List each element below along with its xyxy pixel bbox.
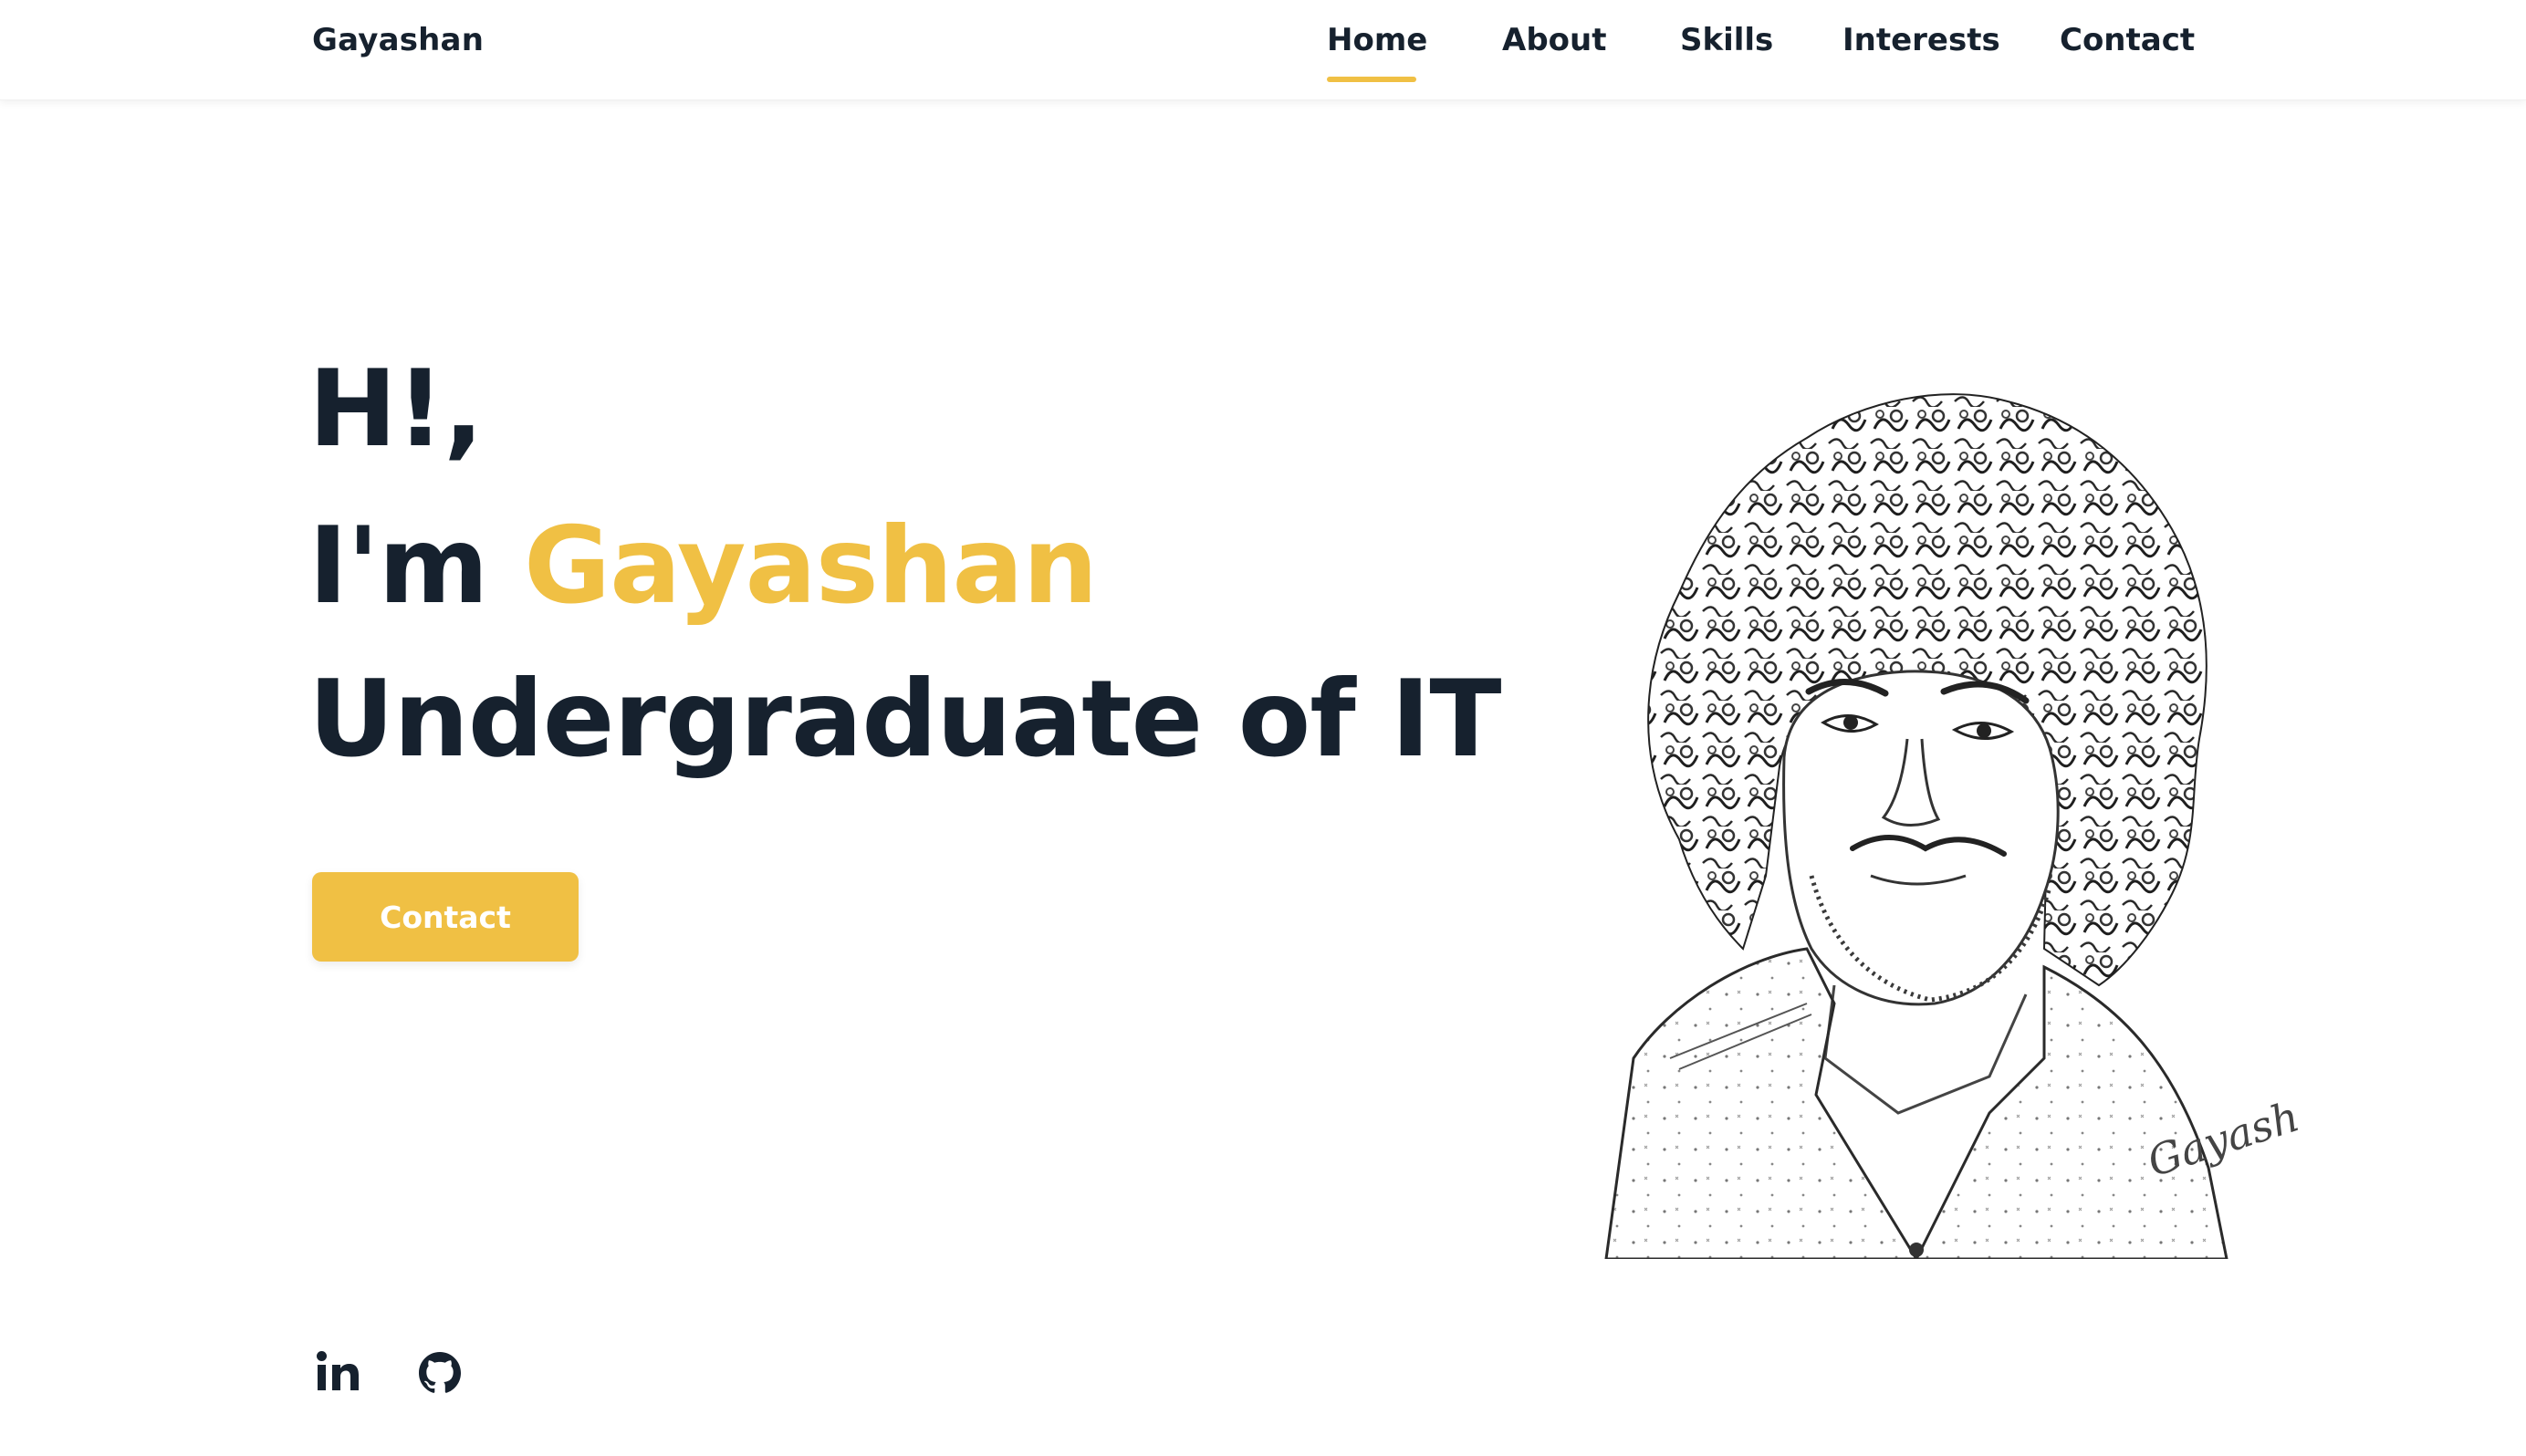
nav-item-contact[interactable]: Contact [2060,22,2195,58]
hero-role: Undergraduate of IT [308,658,1501,781]
portrait-sketch: Gayashan [1533,365,2300,1259]
github-link[interactable] [414,1347,465,1398]
nav-item-home[interactable]: Home [1327,22,1427,58]
linkedin-icon [317,1351,359,1390]
nav-active-indicator [1327,77,1416,82]
hero-name: Gayashan [523,504,1098,628]
nav-item-interests[interactable]: Interests [1842,22,2000,58]
site-header: Gayashan Home About Skills Interests Con… [0,0,2526,100]
nav-item-skills[interactable]: Skills [1680,22,1773,58]
hero-intro-prefix: I'm [308,504,524,628]
nav-item-about[interactable]: About [1502,22,1606,58]
hero-intro: I'm Gayashan [308,504,1098,628]
hero-greeting: H!, [308,348,484,471]
contact-button[interactable]: Contact [312,872,579,962]
linkedin-link[interactable] [312,1347,363,1398]
portrait-illustration: Gayashan [1604,393,2300,1259]
main-nav: Home About Skills Interests Contact [0,22,2526,86]
github-icon [419,1352,461,1393]
